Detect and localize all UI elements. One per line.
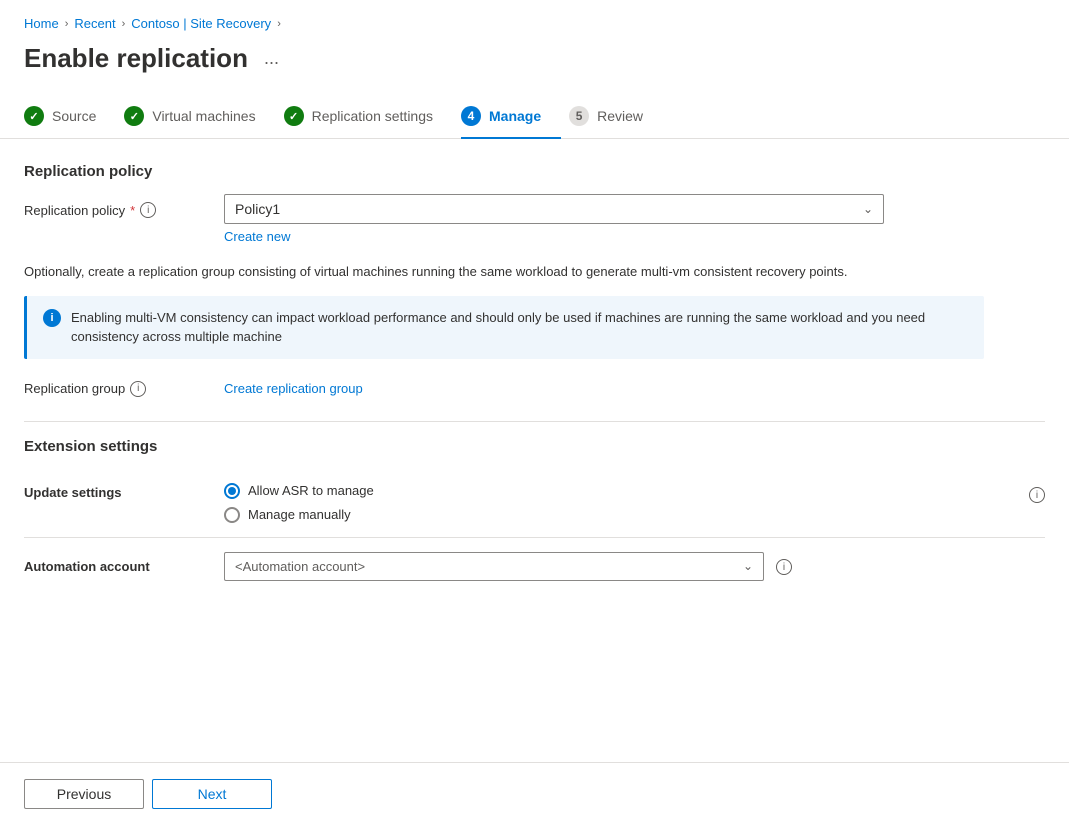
step-review-label: Review: [597, 108, 643, 124]
info-banner-text: Enabling multi-VM consistency can impact…: [71, 308, 968, 347]
info-banner: i Enabling multi-VM consistency can impa…: [24, 296, 984, 359]
step-virtual-machines[interactable]: Virtual machines: [124, 94, 275, 138]
next-button[interactable]: Next: [152, 779, 272, 809]
manage-manually-option[interactable]: Manage manually: [224, 507, 1029, 523]
create-replication-group-link[interactable]: Create replication group: [224, 381, 363, 396]
required-indicator: *: [130, 203, 135, 218]
automation-account-label: Automation account: [24, 559, 224, 574]
replication-group-label: Replication group i: [24, 381, 224, 397]
manage-manually-radio[interactable]: [224, 507, 240, 523]
update-settings-label: Update settings: [24, 483, 224, 500]
step-rep-icon: [284, 106, 304, 126]
step-manage-icon: 4: [461, 106, 481, 126]
step-source[interactable]: Source: [24, 94, 116, 138]
breadcrumb-home[interactable]: Home: [24, 16, 59, 31]
breadcrumb-sep-2: ›: [122, 18, 126, 30]
extension-settings-label: Extension settings: [24, 438, 1045, 455]
replication-group-info-icon[interactable]: i: [130, 381, 146, 397]
step-source-label: Source: [52, 108, 96, 124]
replication-group-row: Replication group i Create replication g…: [24, 381, 1045, 397]
step-rep-label: Replication settings: [312, 108, 433, 124]
update-settings-row: Update settings Allow ASR to manage Mana…: [24, 469, 1045, 538]
update-settings-controls: Allow ASR to manage Manage manually: [224, 483, 1029, 523]
ellipsis-button[interactable]: ...: [258, 46, 285, 71]
description-text: Optionally, create a replication group c…: [24, 262, 984, 282]
automation-dropdown-chevron-icon: ⌄: [743, 559, 753, 573]
automation-account-value: <Automation account>: [235, 559, 365, 574]
breadcrumb-recent[interactable]: Recent: [74, 16, 115, 31]
page-title-row: Enable replication ...: [0, 39, 1069, 94]
create-new-link[interactable]: Create new: [224, 229, 290, 244]
step-review[interactable]: 5 Review: [569, 94, 663, 138]
replication-policy-section-label: Replication policy: [24, 163, 1045, 180]
automation-account-info-icon[interactable]: i: [776, 559, 792, 575]
replication-policy-info-icon[interactable]: i: [140, 202, 156, 218]
previous-button[interactable]: Previous: [24, 779, 144, 809]
step-manage-label: Manage: [489, 108, 541, 124]
breadcrumb-sep-1: ›: [65, 18, 69, 30]
breadcrumb-sep-3: ›: [277, 18, 281, 30]
footer: Previous Next: [0, 762, 1069, 825]
update-settings-info: i: [1029, 483, 1045, 504]
automation-account-dropdown[interactable]: <Automation account> ⌄: [224, 552, 764, 581]
step-manage[interactable]: 4 Manage: [461, 94, 561, 138]
step-vm-label: Virtual machines: [152, 108, 255, 124]
replication-policy-label: Replication policy * i: [24, 194, 224, 218]
steps-row: Source Virtual machines Replication sett…: [0, 94, 1069, 139]
update-settings-info-icon[interactable]: i: [1029, 487, 1045, 503]
allow-asr-radio[interactable]: [224, 483, 240, 499]
allow-asr-label: Allow ASR to manage: [248, 483, 374, 498]
breadcrumb: Home › Recent › Contoso | Site Recovery …: [0, 0, 1069, 39]
replication-policy-dropdown[interactable]: Policy1 ⌄: [224, 194, 884, 224]
breadcrumb-contoso[interactable]: Contoso | Site Recovery: [131, 16, 271, 31]
replication-policy-value: Policy1: [235, 201, 280, 217]
step-source-icon: [24, 106, 44, 126]
automation-account-row: Automation account <Automation account> …: [24, 538, 1045, 595]
section-divider: [24, 421, 1045, 422]
info-banner-icon: i: [43, 309, 61, 327]
dropdown-chevron-icon: ⌄: [863, 202, 873, 216]
replication-policy-row: Replication policy * i Policy1 ⌄ Create …: [24, 194, 1045, 244]
step-replication-settings[interactable]: Replication settings: [284, 94, 453, 138]
step-review-icon: 5: [569, 106, 589, 126]
manage-manually-label: Manage manually: [248, 507, 351, 522]
allow-asr-option[interactable]: Allow ASR to manage: [224, 483, 1029, 499]
page-title: Enable replication: [24, 43, 248, 74]
replication-policy-control: Policy1 ⌄ Create new: [224, 194, 1045, 244]
main-content: Replication policy Replication policy * …: [0, 163, 1069, 595]
step-vm-icon: [124, 106, 144, 126]
